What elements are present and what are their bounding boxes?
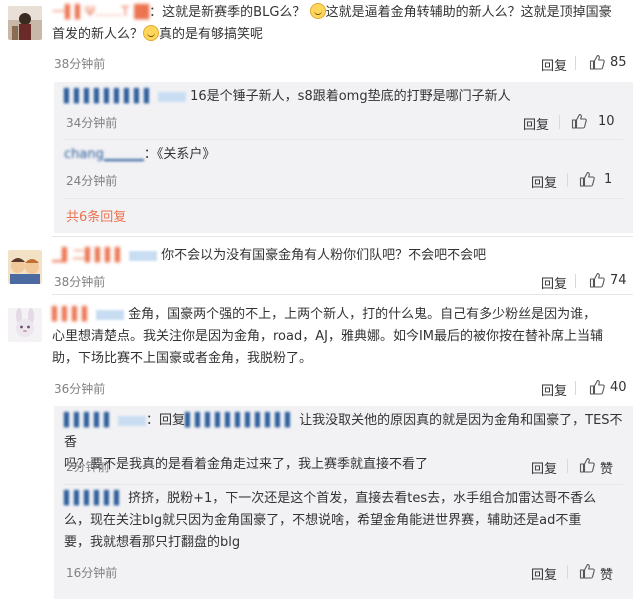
avatar[interactable] (8, 250, 42, 284)
username[interactable]: ▌▌▌▌ (52, 307, 92, 322)
smile-emoji-icon (143, 25, 160, 41)
username[interactable]: ▌▌▌▌▌▌ (64, 488, 124, 510)
comment-text: ▌▌▌▌ 金角，国豪两个强的不上，上两个新人，打的什么鬼。自己有多少粉丝是因为谁… (52, 304, 630, 370)
comment-text-part: ：这就是新赛季的BLG么？ (149, 5, 306, 20)
divider (575, 56, 576, 70)
username[interactable]: ▌▌▌▌▌▌▌▌▌ (64, 86, 154, 108)
divider (52, 236, 633, 237)
timestamp: 36分钟前 (54, 382, 106, 396)
reply-button[interactable]: 回复 (541, 273, 567, 292)
reply-button[interactable]: 回复 (523, 114, 549, 133)
username[interactable]: 一▌▌Ψ……T▐█ (52, 5, 149, 20)
verified-badge-icon (118, 415, 146, 426)
thumbs-up-icon[interactable] (589, 379, 605, 395)
reply-thread: ▌▌▌▌▌▌▌▌▌ 16是个锤子新人，s8跟着omg垫底的打野是哪门子新人 34… (54, 82, 633, 233)
thumbs-up-icon[interactable] (571, 113, 587, 129)
divider (575, 381, 576, 395)
like-count: 40 (610, 380, 627, 395)
avatar[interactable] (8, 6, 42, 40)
thumbs-up-icon[interactable] (589, 272, 605, 288)
reply-body: ：《关系户》 (143, 147, 216, 162)
username[interactable]: ▌▌▌▌▌ (64, 410, 114, 432)
username[interactable]: chang▁▁▁▁ (64, 144, 144, 166)
thumbs-up-icon[interactable] (579, 457, 595, 473)
avatar[interactable] (8, 308, 42, 342)
like-count: 74 (610, 273, 627, 288)
reply-button[interactable]: 回复 (541, 55, 567, 74)
divider (64, 139, 623, 140)
comment-body-line: 心里想清楚点。我关注你是因为金角，road，AJ，雅典娜。如今IM最后的被你按在… (52, 329, 604, 344)
divider (559, 115, 560, 129)
smile-emoji-icon (309, 3, 326, 19)
comment-text-part: 真的是有够搞笑呢 (159, 27, 264, 42)
divider (567, 173, 568, 187)
thumbs-up-icon[interactable] (579, 171, 595, 187)
timestamp: 38分钟前 (54, 57, 106, 71)
comment-body-line: 金角，国豪两个强的不上，上两个新人，打的什么鬼。自己有多少粉丝是因为谁， (128, 307, 597, 322)
reply-thread: ▌▌▌▌▌ ：回复▌▌▌▌▌▌▌▌▌▌▌ 让我没取关他的原因真的就是因为金角和国豪… (54, 406, 633, 599)
reply-button[interactable]: 回复 (531, 564, 557, 583)
verified-badge-icon (96, 309, 124, 320)
reply-text: ▌▌▌▌▌▌ 挤挤，脱粉+1，下一次还是这个首发，直接去看tes去，水手组合加雷… (64, 488, 624, 554)
reply-body-line: 要，我就想看那只打翻盘的blg (64, 535, 241, 550)
reply-text: ▌▌▌▌▌▌▌▌▌ 16是个锤子新人，s8跟着omg垫底的打野是哪门子新人 (64, 86, 624, 108)
timestamp: 24分钟前 (66, 174, 118, 188)
like-label[interactable]: 赞 (600, 564, 613, 583)
verified-badge-icon (129, 250, 157, 261)
like-label[interactable]: 赞 (600, 458, 613, 477)
verified-badge-icon (157, 91, 186, 102)
divider (575, 274, 576, 288)
reply-body-line: 吗？要不是我真的是看着金角走过来了，我上赛季就直接不看了 (64, 457, 429, 472)
timestamp: 2分钟前 (66, 460, 110, 474)
reply-body: 16是个锤子新人，s8跟着omg垫底的打野是哪门子新人 (190, 89, 511, 104)
more-replies-link[interactable]: 共6条回复 (66, 206, 126, 225)
comment-text-part: 这就是逼着金角转辅助的新人么？这就是顶掉国豪 (325, 5, 612, 20)
comment-body-line: 助，下场比赛不上国豪或者金角，我脱粉了。 (52, 351, 313, 366)
divider (567, 565, 568, 579)
reply-button[interactable]: 回复 (531, 172, 557, 191)
comment-body: 你不会以为没有国豪金角有人粉你们队吧？不会吧不会吧 (161, 248, 487, 263)
reply-text: chang▁▁▁▁：《关系户》 (64, 144, 624, 166)
divider (567, 459, 568, 473)
timestamp: 38分钟前 (54, 275, 106, 289)
reply-body-line: 挤挤，脱粉+1，下一次还是这个首发，直接去看tes去，水手组合加雷达哥不香么 (128, 491, 597, 506)
thumbs-up-icon[interactable] (589, 54, 605, 70)
reply-button[interactable]: 回复 (541, 380, 567, 399)
divider (64, 484, 623, 485)
like-count: 10 (598, 114, 615, 129)
reply-button[interactable]: 回复 (531, 458, 557, 477)
divider (52, 294, 633, 295)
mentioned-username[interactable]: ▌▌▌▌▌▌▌▌▌▌▌ (185, 410, 295, 432)
timestamp: 34分钟前 (66, 116, 118, 130)
comment-text: ▁▌二▌▌▌▌ 你不会以为没有国豪金角有人粉你们队吧？不会吧不会吧 (52, 245, 627, 267)
divider (64, 198, 623, 199)
like-count: 85 (610, 55, 627, 70)
reply-prefix: ：回复 (146, 413, 186, 428)
timestamp: 16分钟前 (66, 566, 118, 580)
like-count: 1 (604, 172, 613, 187)
reply-body-line: 么，现在关注blg就只因为金角国豪了，不想说啥，希望金角能进世界赛，辅助还是ad… (64, 513, 582, 528)
username[interactable]: ▁▌二▌▌▌▌ (52, 248, 125, 263)
comment-text: 一▌▌Ψ……T▐█：这就是新赛季的BLG么？ 这就是逼着金角转辅助的新人么？这就… (52, 2, 627, 46)
thumbs-up-icon[interactable] (579, 563, 595, 579)
comment-text-part: 首发的新人么？ (52, 27, 144, 42)
